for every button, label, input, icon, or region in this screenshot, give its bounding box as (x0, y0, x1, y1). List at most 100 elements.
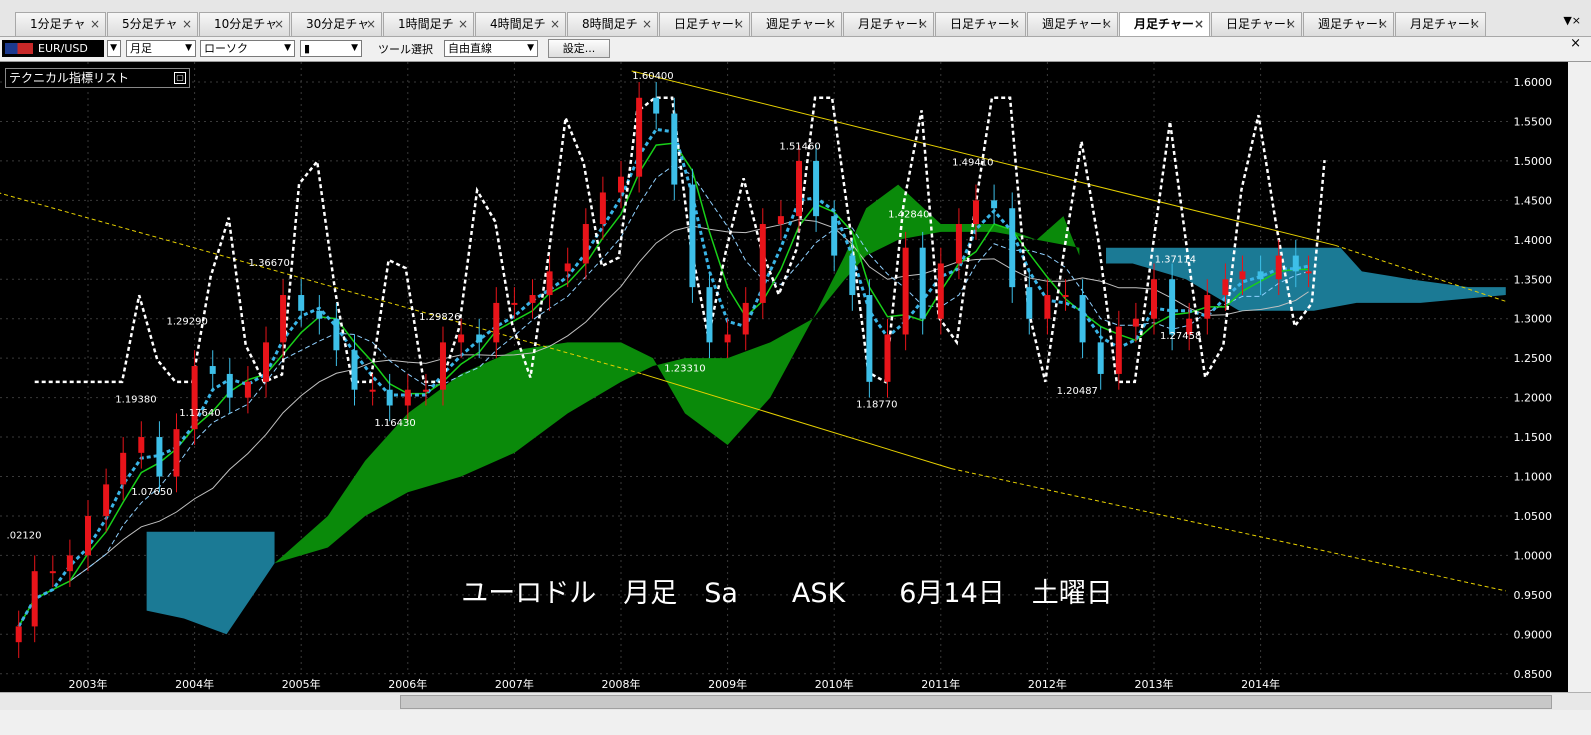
candle-body (66, 555, 73, 572)
candle-body (884, 334, 891, 382)
tab-14[interactable]: 日足チャー! × (1211, 12, 1302, 36)
tab-close-icon[interactable]: × (182, 13, 192, 35)
settings-button[interactable]: 設定... (548, 39, 610, 58)
y-tick-label: 1.2500 (1514, 352, 1553, 365)
tab-close-icon[interactable]: × (1470, 13, 1480, 35)
tab-close-icon[interactable]: × (1102, 13, 1112, 35)
candle-body (1292, 255, 1299, 272)
tab-label: 月足チャー! (858, 17, 923, 31)
tab-label: 10分足チャ (214, 17, 278, 31)
candle-body (103, 484, 110, 516)
candle-body (369, 389, 376, 392)
overlay-title: ユーロドル 月足 Sa ASK 6月14日 土曜日 (461, 578, 1113, 609)
candle-body (263, 342, 270, 382)
candle-body (138, 437, 145, 453)
candle-body (85, 515, 91, 556)
tab-close-icon[interactable]: × (1286, 13, 1296, 35)
tab-close-icon[interactable]: × (1010, 13, 1020, 35)
tab-label: 週足チャー! (1042, 17, 1107, 31)
price-annotation: 1.07650 (131, 487, 172, 498)
tab-16[interactable]: 月足チャー! × (1395, 12, 1486, 36)
candle-body (636, 97, 643, 177)
candle-body (1062, 295, 1069, 298)
tab-2[interactable]: 5分足チャ × (107, 12, 198, 36)
tab-list-menu[interactable]: ▼× (1563, 14, 1581, 27)
x-tick-label: 2003年 (69, 677, 108, 691)
tool-value: 自由直線 (448, 42, 492, 55)
toolbar: EUR/USD ▼ 月足 ▼ ローソク ▼ ▮ ▼ ツール選択 自由直線 ▼ 設定... (0, 37, 1591, 62)
tab-1[interactable]: 1分足チャ × (15, 12, 106, 36)
candle-body (529, 295, 536, 303)
horizontal-scrollbar[interactable] (0, 692, 1591, 710)
candle-body (866, 295, 873, 382)
candle-body (1097, 342, 1104, 374)
tab-6[interactable]: 4時間足チ × (475, 12, 566, 36)
candle-body (1204, 295, 1211, 319)
chevron-down-icon: ▼ (527, 43, 534, 53)
tab-8[interactable]: 日足チャー! × (659, 12, 750, 36)
tab-close-icon[interactable]: × (90, 13, 100, 35)
line-style-value: ▮ (304, 42, 311, 55)
price-annotation: 1.16430 (374, 418, 415, 429)
tab-12[interactable]: 週足チャー! × (1027, 12, 1118, 36)
candle-body (439, 342, 446, 390)
candle-body (902, 247, 909, 335)
tab-close-icon[interactable]: × (734, 13, 744, 35)
tool-select-label: ツール選択 (378, 43, 433, 56)
y-tick-label: 1.0000 (1514, 549, 1553, 562)
y-tick-label: 1.0500 (1514, 510, 1553, 523)
tab-label: 1分足チャ (30, 17, 86, 31)
kumo-cloud-teal (146, 531, 275, 635)
price-annotation: 1.27458 (1160, 331, 1201, 342)
indicator-list-title: テクニカル指標リスト (9, 71, 130, 85)
tab-5[interactable]: 1時間足チ × (383, 12, 474, 36)
candle-body (120, 452, 127, 485)
candle-body (919, 247, 926, 319)
chart-area[interactable]: 1.60400 1.51460 1.49410 1.42840 1.37114 1.366… (0, 62, 1568, 692)
close-chart-icon[interactable]: × (1570, 36, 1581, 51)
tab-9[interactable]: 週足チャー! × (751, 12, 842, 36)
tab-11[interactable]: 日足チャー! × (935, 12, 1026, 36)
tab-close-icon[interactable]: × (366, 13, 376, 35)
candle-body (937, 263, 944, 319)
line-style-select[interactable]: ▮ ▼ (300, 40, 362, 57)
tab-close-icon[interactable]: × (550, 13, 560, 35)
tab-close-icon[interactable]: × (1378, 13, 1388, 35)
technical-indicator-list[interactable]: テクニカル指標リスト ▢ (5, 68, 190, 88)
candle-body (1044, 295, 1051, 319)
collapse-icon[interactable]: ▢ (174, 72, 186, 84)
x-tick-label: 2013年 (1135, 677, 1174, 691)
tab-7[interactable]: 8時間足チ × (567, 12, 658, 36)
tab-close-icon[interactable]: × (1194, 13, 1204, 35)
tab-close-icon[interactable]: × (458, 13, 468, 35)
tab-15[interactable]: 週足チャー! × (1303, 12, 1394, 36)
tab-13[interactable]: 月足チャー × (1119, 12, 1210, 36)
tab-close-icon[interactable]: × (642, 13, 652, 35)
y-tick-label: 0.9500 (1514, 589, 1553, 602)
period-value: 月足 (130, 42, 152, 55)
symbol-dropdown[interactable]: ▼ (107, 40, 121, 57)
x-tick-label: 2014年 (1241, 677, 1280, 691)
tab-10[interactable]: 月足チャー! × (843, 12, 934, 36)
chevron-down-icon: ▼ (351, 43, 358, 53)
chevron-down-icon: ▼ (110, 43, 117, 53)
y-tick-label: 0.8500 (1514, 668, 1553, 681)
candle-body (226, 373, 233, 398)
tab-label: 30分足チャ (306, 17, 370, 31)
chart-type-select[interactable]: ローソク ▼ (200, 40, 295, 57)
scrollbar-thumb[interactable] (400, 695, 1552, 709)
candle-body (955, 224, 962, 264)
period-select[interactable]: 月足 ▼ (126, 40, 196, 57)
tab-3[interactable]: 10分足チャ × (199, 12, 290, 36)
candle-body (653, 97, 660, 114)
tab-4[interactable]: 30分足チャ × (291, 12, 382, 36)
symbol-selector[interactable]: EUR/USD (2, 40, 104, 57)
candle-body (173, 429, 180, 477)
price-annotation: 1.36670 (249, 258, 290, 269)
tab-close-icon[interactable]: × (918, 13, 928, 35)
price-annotation: 1.60400 (632, 71, 673, 82)
tool-select[interactable]: 自由直線 ▼ (444, 40, 538, 57)
tab-close-icon[interactable]: × (274, 13, 284, 35)
tab-close-icon[interactable]: × (826, 13, 836, 35)
candlestick-chart[interactable]: 1.60400 1.51460 1.49410 1.42840 1.37114 1.366… (0, 62, 1568, 692)
